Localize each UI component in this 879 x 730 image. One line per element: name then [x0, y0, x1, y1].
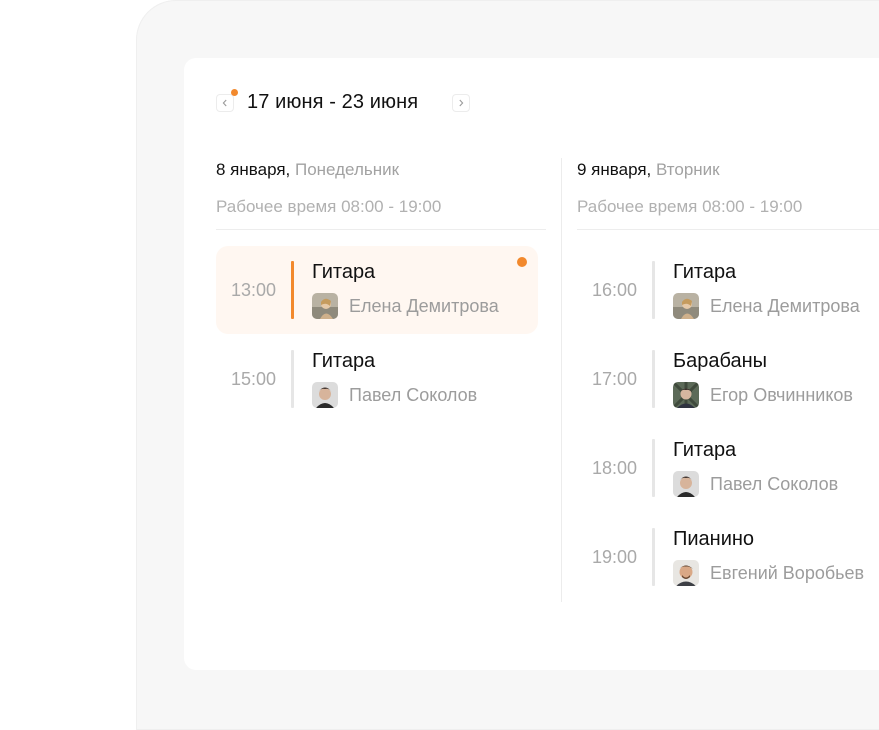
notification-dot — [231, 89, 238, 96]
chevron-left-icon — [222, 99, 227, 107]
work-hours: Рабочее время 08:00 - 19:00 — [216, 197, 442, 216]
day-date: 8 января, — [216, 160, 291, 179]
new-lesson-dot — [517, 257, 527, 267]
lesson-teacher: Елена Демитрова — [710, 296, 860, 316]
lesson-teacher: Егор Овчинников — [710, 385, 853, 405]
lesson-card[interactable]: 17:00 Барабаны Егор Овчинников — [577, 335, 879, 423]
lesson-card[interactable]: 13:00 Гитара Елена Демитрова — [216, 246, 538, 334]
day-title: 9 января, Вторник — [577, 160, 720, 180]
lesson-time: 18:00 — [592, 458, 638, 478]
lesson-bar — [652, 439, 655, 497]
day-weekday: Вторник — [656, 160, 720, 179]
column-divider — [561, 158, 562, 602]
avatar — [673, 560, 699, 586]
divider — [577, 229, 879, 230]
lesson-subject: Гитара — [312, 261, 376, 283]
divider — [216, 229, 546, 230]
lesson-time: 19:00 — [592, 547, 638, 567]
lesson-card[interactable]: 18:00 Гитара Павел Соколов — [577, 424, 879, 512]
avatar — [312, 293, 338, 319]
lesson-teacher: Евгений Воробьев — [710, 563, 865, 583]
next-week-button[interactable] — [452, 94, 470, 112]
lesson-subject: Гитара — [673, 439, 737, 461]
lesson-bar — [652, 261, 655, 319]
lesson-bar — [291, 350, 294, 408]
day-title: 8 января, Понедельник — [216, 160, 399, 180]
lesson-teacher: Елена Демитрова — [349, 296, 499, 316]
avatar — [312, 382, 338, 408]
lesson-card[interactable]: 19:00 Пианино Евгений Воробьев — [577, 513, 879, 601]
lesson-teacher: Павел Соколов — [710, 474, 839, 494]
chevron-right-icon — [459, 99, 464, 107]
lesson-time: 16:00 — [592, 280, 638, 300]
avatar — [673, 382, 699, 408]
lesson-subject: Гитара — [312, 350, 376, 372]
lesson-bar — [652, 528, 655, 586]
lesson-bar — [291, 261, 294, 319]
work-hours: Рабочее время 08:00 - 19:00 — [577, 197, 803, 216]
avatar — [673, 471, 699, 497]
lesson-card[interactable]: 15:00 Гитара Павел Соколов — [216, 335, 538, 423]
lesson-bar — [652, 350, 655, 408]
lesson-subject: Гитара — [673, 261, 737, 283]
lesson-time: 15:00 — [231, 369, 277, 389]
lesson-card[interactable]: 16:00 Гитара Елена Демитрова — [577, 246, 879, 334]
lesson-teacher: Павел Соколов — [349, 385, 478, 405]
lesson-time: 17:00 — [592, 369, 638, 389]
lesson-subject: Барабаны — [673, 350, 768, 372]
prev-week-button[interactable] — [216, 94, 234, 112]
day-weekday: Понедельник — [295, 160, 400, 179]
day-date: 9 января, — [577, 160, 652, 179]
avatar — [673, 293, 699, 319]
lesson-subject: Пианино — [673, 528, 755, 550]
week-range: 17 июня - 23 июня — [247, 91, 419, 113]
lesson-time: 13:00 — [231, 280, 277, 300]
